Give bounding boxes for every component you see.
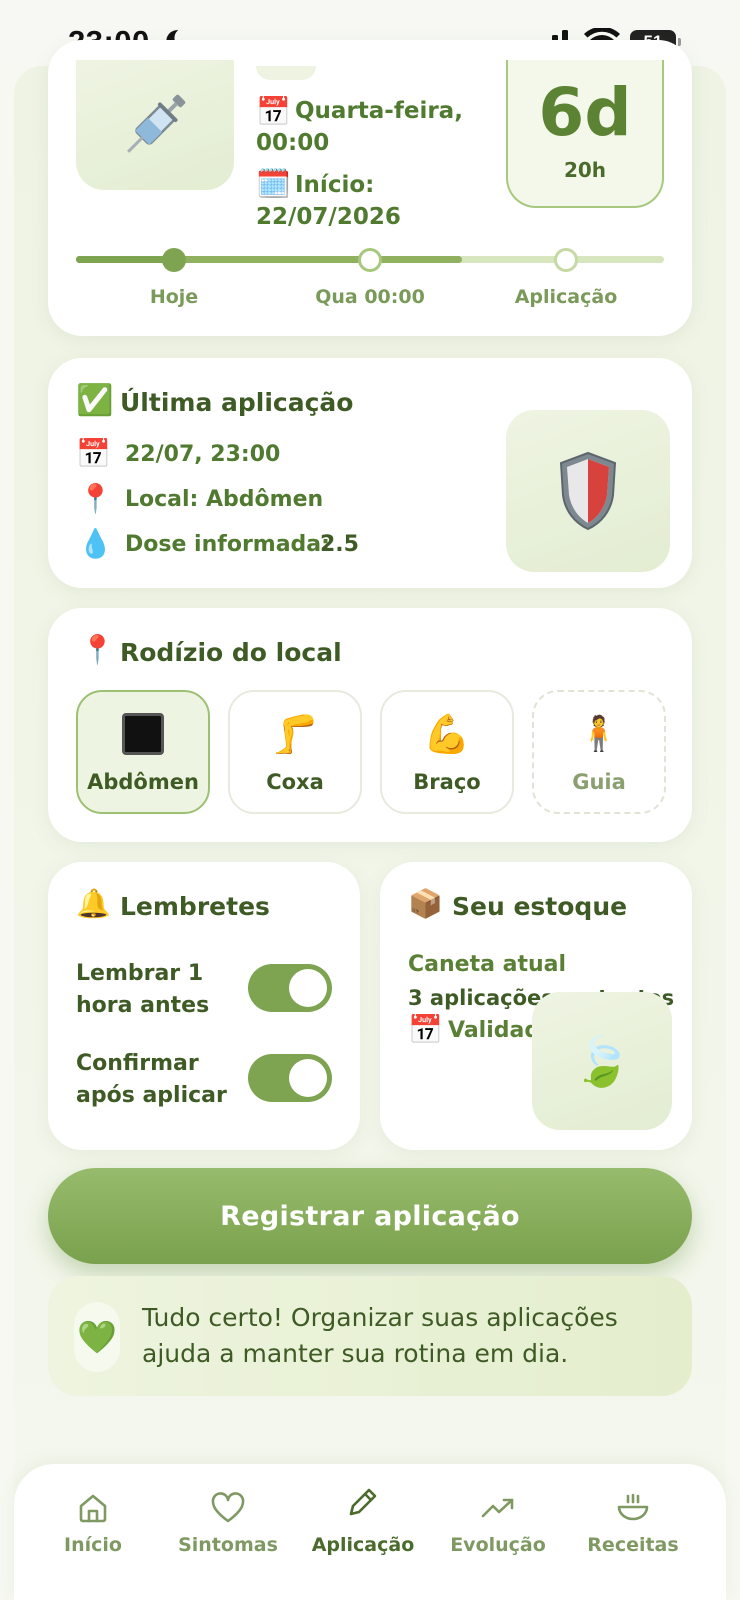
next-weekday: Quarta-feira,: [295, 98, 463, 124]
countdown-hours: 20h: [563, 158, 607, 182]
site-label: Abdômen: [87, 770, 199, 794]
reminders-title: Lembretes: [120, 892, 270, 921]
start-label: Início:: [295, 172, 375, 198]
banner-text: Tudo certo! Organizar suas aplicações aj…: [142, 1303, 618, 1368]
bell-icon: 🔔: [76, 887, 111, 920]
nav-label: Aplicação: [311, 1534, 415, 1556]
memo-calendar-icon: 🗓️: [256, 167, 291, 200]
site-arm[interactable]: 💪 Braço: [380, 690, 514, 814]
countdown-days: 6d: [538, 74, 632, 151]
bowl-icon: [617, 1493, 649, 1521]
dose-label: Dose informada:: [125, 532, 330, 557]
stock-title: Seu estoque: [452, 892, 628, 921]
pin-icon: 📍: [78, 482, 113, 515]
reminder-2-toggle[interactable]: [248, 1054, 332, 1102]
countdown-box: 6d 20h: [506, 60, 664, 208]
reminder-1-label: Lembrar 1 hora antes: [76, 961, 210, 1018]
calendar-icon: 📅: [256, 95, 291, 128]
next-time: 00:00: [256, 130, 330, 156]
reminder-2-label: Confirmar após aplicar: [76, 1051, 227, 1108]
syringe-icon: [127, 94, 186, 153]
home-icon: [79, 1494, 107, 1523]
pin-icon: 📍: [80, 633, 115, 666]
leaves-tile: 🍃: [532, 992, 672, 1130]
black-square-icon: [122, 713, 164, 755]
nav-label: Evolução: [450, 1534, 546, 1556]
site-label: Guia: [572, 770, 626, 794]
progress-fill-current: [76, 256, 176, 263]
progress-dot-application: [554, 248, 578, 272]
reminder-1-toggle[interactable]: [248, 964, 332, 1012]
nav-recipes[interactable]: Receitas: [568, 1492, 698, 1556]
heart-badge: 💚: [74, 1302, 120, 1372]
site-guide[interactable]: 🧍 Guia: [532, 690, 666, 814]
site-label: Coxa: [266, 770, 324, 794]
nav-application[interactable]: Aplicação: [298, 1486, 428, 1556]
step-label-application: Aplicação: [514, 286, 618, 308]
calendar-icon: 📅: [76, 437, 111, 470]
nav-label: Receitas: [587, 1534, 679, 1556]
nav-evolution[interactable]: Evolução: [433, 1492, 563, 1556]
shield-icon: [559, 451, 617, 531]
leg-icon: 🦵: [271, 711, 319, 756]
nav-symptoms[interactable]: Sintomas: [163, 1492, 293, 1556]
last-application-location: Local: Abdômen: [125, 487, 324, 512]
syringe-tile: [76, 60, 234, 190]
person-standing-icon: 🧍: [577, 714, 621, 754]
progress-dot-next: [358, 248, 382, 272]
dose-value: 2.5: [320, 532, 359, 557]
stock-current-pen: Caneta atual: [408, 952, 567, 977]
pencil-icon: [349, 1488, 377, 1516]
green-heart-icon: 💚: [77, 1318, 117, 1356]
site-label: Braço: [413, 770, 481, 794]
nav-label: Sintomas: [178, 1534, 278, 1556]
start-date: 22/07/2026: [256, 204, 401, 230]
trend-up-icon: [481, 1498, 514, 1518]
progress-dot-today: [162, 248, 186, 272]
encouragement-banner: 💚 Tudo certo! Organizar suas aplicações …: [48, 1276, 692, 1396]
last-application-date: 22/07, 23:00: [125, 442, 281, 467]
site-thigh[interactable]: 🦵 Coxa: [228, 690, 362, 814]
stock-card: 📦 Seu estoque Caneta atual 3 aplicações …: [380, 862, 692, 1150]
step-label-next: Qua 00:00: [315, 286, 425, 308]
flexed-biceps-icon: 💪: [423, 711, 471, 756]
droplet-icon: 💧: [78, 527, 113, 560]
nav-label: Início: [64, 1534, 122, 1556]
rotation-title: Rodízio do local: [120, 638, 342, 667]
bottom-navigation: Início Sintomas Aplicação Evolução Recei…: [14, 1464, 726, 1600]
step-label-today: Hoje: [149, 286, 199, 308]
calendar-icon: 📅: [408, 1013, 443, 1046]
shield-tile: [506, 410, 670, 572]
last-application-title: Última aplicação: [120, 388, 354, 417]
site-abdomen[interactable]: Abdômen: [76, 690, 210, 814]
register-application-button[interactable]: Registrar aplicação: [48, 1168, 692, 1264]
nav-home[interactable]: Início: [28, 1492, 158, 1556]
leaves-icon: 🍃: [572, 1033, 632, 1090]
heart-icon: [211, 1492, 245, 1523]
top-chip: [256, 66, 316, 80]
package-icon: 📦: [408, 887, 443, 920]
check-icon: ✅: [76, 383, 114, 418]
